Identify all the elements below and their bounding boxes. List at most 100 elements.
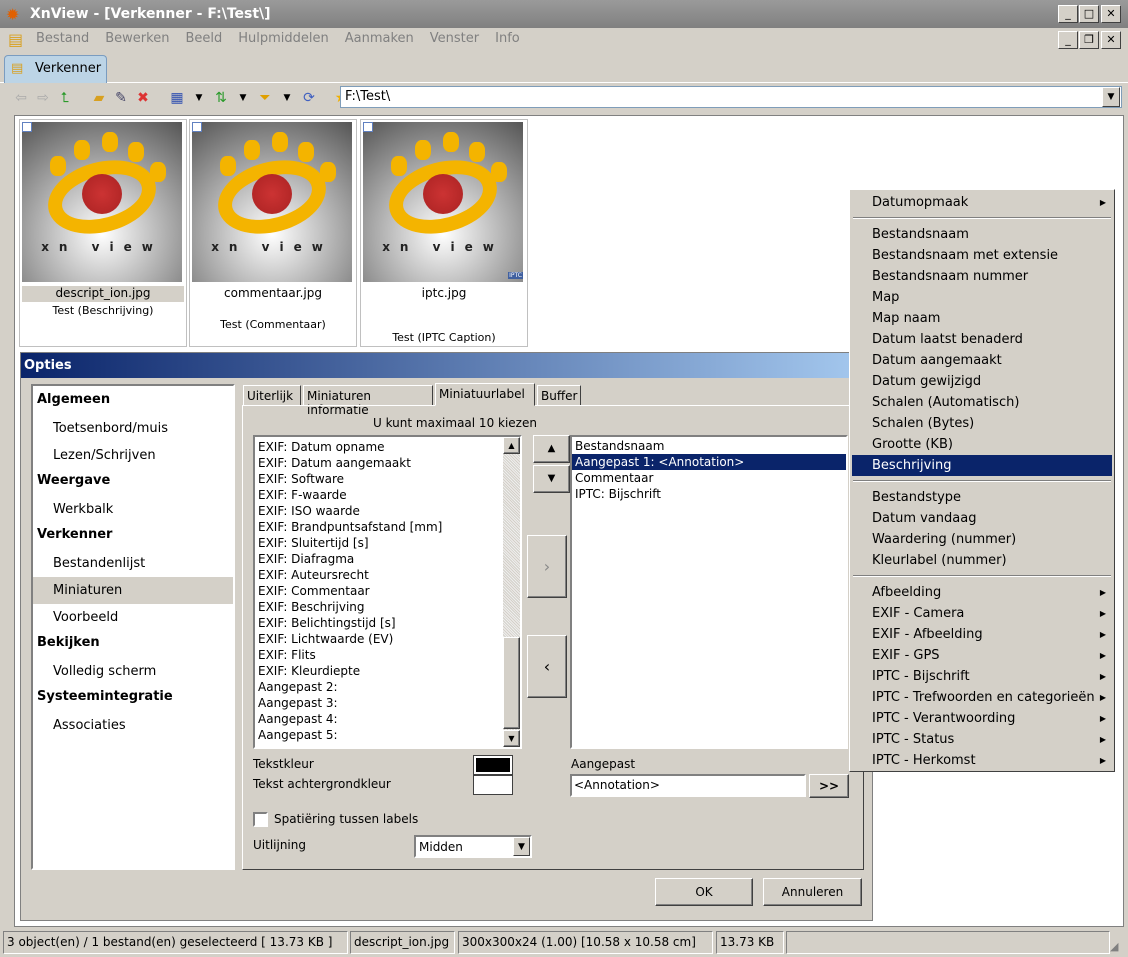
available-field-item[interactable]: EXIF: Software [255,471,501,487]
menu-venster[interactable]: Venster [422,28,487,49]
selected-field-item[interactable]: Aangepast 1: <Annotation> [572,454,846,470]
context-menu-item[interactable]: IPTC - Bijschrift ▶ [852,666,1112,687]
context-menu-item[interactable]: Afbeelding ▶ [852,582,1112,603]
available-field-item[interactable]: EXIF: Datum aangemaakt [255,455,501,471]
thumbnail-card[interactable]: xn view IPTC iptc.jpg Test (IPTC Caption) [360,119,528,347]
nav-item[interactable]: Associaties [33,712,233,739]
bg-color-swatch[interactable] [473,775,513,795]
thumbnail-card[interactable]: xn view commentaar.jpg Test (Commentaar) [189,119,357,347]
view-mode-icon[interactable]: ▦ [168,89,186,107]
context-menu-item[interactable]: Datum laatst benaderd [852,329,1112,350]
available-field-item[interactable]: EXIF: Beschrijving [255,599,501,615]
child-restore-button[interactable]: ❐ [1079,31,1099,49]
context-menu-item[interactable]: Datum aangemaakt [852,350,1112,371]
nav-item[interactable]: Toetsenbord/muis [33,415,233,442]
ok-button[interactable]: OK [655,878,753,906]
tab-buffer[interactable]: Buffer [537,385,581,406]
tab-uiterlijk[interactable]: Uiterlijk [243,385,301,406]
nav-group-algemeen[interactable]: Algemeen [37,392,110,407]
context-menu-item[interactable]: Waardering (nummer) [852,529,1112,550]
delete-icon[interactable]: ✖ [134,89,152,107]
context-menu-item[interactable]: Bestandsnaam nummer [852,266,1112,287]
filter-icon[interactable]: ⏷ [256,89,274,107]
back-icon[interactable]: ⇦ [12,89,30,107]
context-menu-item[interactable]: EXIF - GPS ▶ [852,645,1112,666]
chevron-down-icon[interactable]: ▼ [513,837,530,856]
scroll-thumb[interactable] [503,637,520,729]
selected-fields-list[interactable]: Bestandsnaam Aangepast 1: <Annotation> Com… [570,435,848,749]
available-field-item[interactable]: Aangepast 2: [255,679,501,695]
menu-hulpmiddelen[interactable]: Hulpmiddelen [230,28,337,49]
refresh-icon[interactable]: ⟳ [300,89,318,107]
available-field-item[interactable]: Aangepast 3: [255,695,501,711]
context-menu-item[interactable]: Datum vandaag [852,508,1112,529]
available-field-item[interactable]: EXIF: Diafragma [255,551,501,567]
forward-icon[interactable]: ⇨ [34,89,52,107]
cancel-button[interactable]: Annuleren [763,878,862,906]
context-menu-item[interactable]: Bestandsnaam [852,224,1112,245]
chevron-down-icon[interactable]: ▼ [278,89,296,107]
available-field-item[interactable]: EXIF: Datum opname [255,439,501,455]
remove-field-button[interactable]: ‹ [527,635,567,698]
menu-bestand[interactable]: Bestand [28,28,97,49]
selected-field-item[interactable]: IPTC: Bijschrift [572,486,846,502]
available-field-item[interactable]: EXIF: Auteursrecht [255,567,501,583]
sort-icon[interactable]: ⇅ [212,89,230,107]
child-minimize-button[interactable]: _ [1058,31,1078,49]
context-menu-item[interactable]: Map [852,287,1112,308]
available-field-item[interactable]: EXIF: Kleurdiepte [255,663,501,679]
scroll-up-button[interactable]: ▲ [503,437,520,454]
context-menu-item[interactable]: Schalen (Bytes) [852,413,1112,434]
context-menu-item[interactable]: Bestandstype [852,487,1112,508]
nav-group-bekijken[interactable]: Bekijken [37,635,100,650]
available-field-item[interactable]: EXIF: Lichtwaarde (EV) [255,631,501,647]
nav-item[interactable]: Miniaturen [33,577,233,604]
thumbnail-checkbox[interactable] [363,122,373,132]
selected-field-item[interactable]: Commentaar [572,470,846,486]
context-menu-item[interactable]: Map naam [852,308,1112,329]
available-field-item[interactable]: EXIF: Flits [255,647,501,663]
scroll-down-button[interactable]: ▼ [503,730,520,747]
menu-bewerken[interactable]: Bewerken [97,28,177,49]
thumbnail-checkbox[interactable] [192,122,202,132]
add-field-button[interactable]: › [527,535,567,598]
context-menu-item[interactable]: Datumopmaak ▶ [852,192,1112,213]
new-folder-icon[interactable]: ▰ [90,89,108,107]
nav-group-systeem[interactable]: Systeemintegratie [37,689,173,704]
selected-field-item[interactable]: Bestandsnaam [572,438,846,454]
scrollbar[interactable]: ▲ ▼ [503,437,520,747]
nav-group-weergave[interactable]: Weergave [37,473,110,488]
context-menu-item[interactable]: EXIF - Afbeelding ▶ [852,624,1112,645]
nav-item[interactable]: Voorbeeld [33,604,233,631]
menu-info[interactable]: Info [487,28,528,49]
context-menu-item[interactable]: Schalen (Automatisch) [852,392,1112,413]
available-field-item[interactable]: EXIF: F-waarde [255,487,501,503]
text-color-swatch[interactable] [473,755,513,775]
nav-item[interactable]: Werkbalk [33,496,233,523]
custom-input[interactable]: <Annotation> [570,774,806,797]
child-close-button[interactable]: ✕ [1101,31,1121,49]
menu-aanmaken[interactable]: Aanmaken [337,28,422,49]
context-menu-item[interactable]: Bestandsnaam met extensie [852,245,1112,266]
available-fields-list[interactable]: EXIF: Datum opname EXIF: Datum aangemaakt… [253,435,522,749]
align-select[interactable]: Midden ▼ [414,835,532,858]
insert-field-button[interactable]: >> [809,774,849,798]
context-menu-item[interactable]: Grootte (KB) [852,434,1112,455]
move-up-button[interactable]: ▲ [533,435,570,463]
rename-icon[interactable]: ✎ [112,89,130,107]
thumbnail-card[interactable]: xn view descript_ion.jpg Test (Beschrijvin… [19,119,187,347]
chevron-down-icon[interactable]: ▼ [190,89,208,107]
available-field-item[interactable]: EXIF: ISO waarde [255,503,501,519]
tab-miniatuurlabel[interactable]: Miniatuurlabel [435,383,535,406]
available-field-item[interactable]: Aangepast 5: [255,727,501,743]
close-button[interactable]: ✕ [1101,5,1121,23]
up-folder-icon[interactable]: ⮤ [56,89,74,107]
nav-item[interactable]: Bestandenlijst [33,550,233,577]
tab-miniaturen-informatie[interactable]: Miniaturen informatie [303,385,433,417]
available-field-item[interactable]: EXIF: Belichtingstijd [s] [255,615,501,631]
menu-beeld[interactable]: Beeld [177,28,230,49]
context-menu-item[interactable]: EXIF - Camera ▶ [852,603,1112,624]
minimize-button[interactable]: _ [1058,5,1078,23]
available-field-item[interactable]: EXIF: Brandpuntsafstand [mm] [255,519,501,535]
nav-group-verkenner[interactable]: Verkenner [37,527,112,542]
